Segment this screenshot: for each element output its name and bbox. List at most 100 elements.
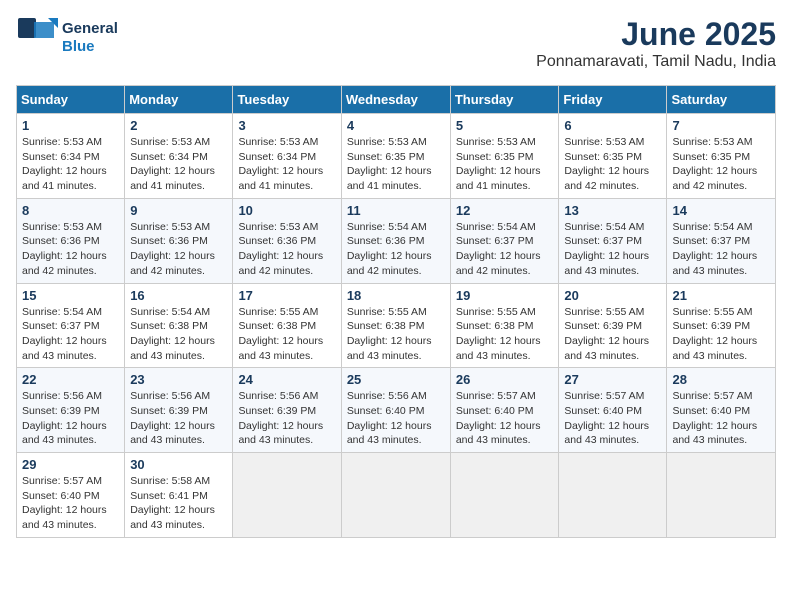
calendar-header-row: Sunday Monday Tuesday Wednesday Thursday… bbox=[17, 86, 776, 114]
day-info: Sunrise: 5:53 AMSunset: 6:35 PMDaylight:… bbox=[564, 136, 649, 192]
table-row: 29 Sunrise: 5:57 AMSunset: 6:40 PMDaylig… bbox=[17, 453, 125, 538]
day-number: 11 bbox=[347, 203, 445, 218]
table-row: 27 Sunrise: 5:57 AMSunset: 6:40 PMDaylig… bbox=[559, 368, 667, 453]
table-row: 24 Sunrise: 5:56 AMSunset: 6:39 PMDaylig… bbox=[233, 368, 341, 453]
table-row: 10 Sunrise: 5:53 AMSunset: 6:36 PMDaylig… bbox=[233, 198, 341, 283]
table-row bbox=[233, 453, 341, 538]
table-row: 11 Sunrise: 5:54 AMSunset: 6:36 PMDaylig… bbox=[341, 198, 450, 283]
table-row: 13 Sunrise: 5:54 AMSunset: 6:37 PMDaylig… bbox=[559, 198, 667, 283]
table-row bbox=[341, 453, 450, 538]
day-info: Sunrise: 5:55 AMSunset: 6:38 PMDaylight:… bbox=[238, 306, 323, 362]
table-row: 16 Sunrise: 5:54 AMSunset: 6:38 PMDaylig… bbox=[125, 283, 233, 368]
day-number: 21 bbox=[672, 288, 770, 303]
day-number: 24 bbox=[238, 372, 335, 387]
table-row: 26 Sunrise: 5:57 AMSunset: 6:40 PMDaylig… bbox=[450, 368, 559, 453]
logo-svg bbox=[16, 16, 60, 60]
day-info: Sunrise: 5:54 AMSunset: 6:37 PMDaylight:… bbox=[456, 221, 541, 277]
calendar-row: 8 Sunrise: 5:53 AMSunset: 6:36 PMDayligh… bbox=[17, 198, 776, 283]
day-number: 2 bbox=[130, 118, 227, 133]
table-row: 3 Sunrise: 5:53 AMSunset: 6:34 PMDayligh… bbox=[233, 114, 341, 199]
table-row bbox=[559, 453, 667, 538]
logo-general-text: General bbox=[62, 20, 118, 38]
table-row: 17 Sunrise: 5:55 AMSunset: 6:38 PMDaylig… bbox=[233, 283, 341, 368]
day-number: 7 bbox=[672, 118, 770, 133]
table-row bbox=[450, 453, 559, 538]
day-info: Sunrise: 5:57 AMSunset: 6:40 PMDaylight:… bbox=[456, 390, 541, 446]
col-tuesday: Tuesday bbox=[233, 86, 341, 114]
day-info: Sunrise: 5:53 AMSunset: 6:35 PMDaylight:… bbox=[456, 136, 541, 192]
day-number: 4 bbox=[347, 118, 445, 133]
day-info: Sunrise: 5:53 AMSunset: 6:35 PMDaylight:… bbox=[672, 136, 757, 192]
day-number: 29 bbox=[22, 457, 119, 472]
day-number: 12 bbox=[456, 203, 554, 218]
table-row: 28 Sunrise: 5:57 AMSunset: 6:40 PMDaylig… bbox=[667, 368, 776, 453]
day-number: 1 bbox=[22, 118, 119, 133]
day-number: 17 bbox=[238, 288, 335, 303]
day-info: Sunrise: 5:53 AMSunset: 6:34 PMDaylight:… bbox=[22, 136, 107, 192]
day-info: Sunrise: 5:53 AMSunset: 6:36 PMDaylight:… bbox=[22, 221, 107, 277]
day-number: 26 bbox=[456, 372, 554, 387]
day-number: 6 bbox=[564, 118, 661, 133]
calendar-row: 29 Sunrise: 5:57 AMSunset: 6:40 PMDaylig… bbox=[17, 453, 776, 538]
table-row: 22 Sunrise: 5:56 AMSunset: 6:39 PMDaylig… bbox=[17, 368, 125, 453]
month-title: June 2025 bbox=[536, 16, 776, 53]
day-number: 10 bbox=[238, 203, 335, 218]
day-number: 23 bbox=[130, 372, 227, 387]
day-info: Sunrise: 5:53 AMSunset: 6:36 PMDaylight:… bbox=[238, 221, 323, 277]
day-info: Sunrise: 5:55 AMSunset: 6:39 PMDaylight:… bbox=[672, 306, 757, 362]
day-info: Sunrise: 5:55 AMSunset: 6:38 PMDaylight:… bbox=[456, 306, 541, 362]
table-row: 23 Sunrise: 5:56 AMSunset: 6:39 PMDaylig… bbox=[125, 368, 233, 453]
day-info: Sunrise: 5:57 AMSunset: 6:40 PMDaylight:… bbox=[564, 390, 649, 446]
day-info: Sunrise: 5:57 AMSunset: 6:40 PMDaylight:… bbox=[22, 475, 107, 531]
table-row: 4 Sunrise: 5:53 AMSunset: 6:35 PMDayligh… bbox=[341, 114, 450, 199]
day-info: Sunrise: 5:55 AMSunset: 6:38 PMDaylight:… bbox=[347, 306, 432, 362]
col-wednesday: Wednesday bbox=[341, 86, 450, 114]
col-monday: Monday bbox=[125, 86, 233, 114]
table-row: 8 Sunrise: 5:53 AMSunset: 6:36 PMDayligh… bbox=[17, 198, 125, 283]
day-info: Sunrise: 5:54 AMSunset: 6:36 PMDaylight:… bbox=[347, 221, 432, 277]
day-info: Sunrise: 5:54 AMSunset: 6:38 PMDaylight:… bbox=[130, 306, 215, 362]
day-info: Sunrise: 5:54 AMSunset: 6:37 PMDaylight:… bbox=[564, 221, 649, 277]
col-friday: Friday bbox=[559, 86, 667, 114]
logo-blue-text: Blue bbox=[62, 38, 118, 56]
day-info: Sunrise: 5:53 AMSunset: 6:36 PMDaylight:… bbox=[130, 221, 215, 277]
table-row: 15 Sunrise: 5:54 AMSunset: 6:37 PMDaylig… bbox=[17, 283, 125, 368]
title-section: June 2025 Ponnamaravati, Tamil Nadu, Ind… bbox=[536, 16, 776, 71]
table-row: 19 Sunrise: 5:55 AMSunset: 6:38 PMDaylig… bbox=[450, 283, 559, 368]
day-number: 14 bbox=[672, 203, 770, 218]
table-row bbox=[667, 453, 776, 538]
day-number: 13 bbox=[564, 203, 661, 218]
day-number: 16 bbox=[130, 288, 227, 303]
day-number: 19 bbox=[456, 288, 554, 303]
day-info: Sunrise: 5:58 AMSunset: 6:41 PMDaylight:… bbox=[130, 475, 215, 531]
day-number: 22 bbox=[22, 372, 119, 387]
col-thursday: Thursday bbox=[450, 86, 559, 114]
day-number: 25 bbox=[347, 372, 445, 387]
day-info: Sunrise: 5:56 AMSunset: 6:39 PMDaylight:… bbox=[238, 390, 323, 446]
day-info: Sunrise: 5:55 AMSunset: 6:39 PMDaylight:… bbox=[564, 306, 649, 362]
table-row: 14 Sunrise: 5:54 AMSunset: 6:37 PMDaylig… bbox=[667, 198, 776, 283]
day-info: Sunrise: 5:54 AMSunset: 6:37 PMDaylight:… bbox=[672, 221, 757, 277]
day-number: 15 bbox=[22, 288, 119, 303]
day-info: Sunrise: 5:56 AMSunset: 6:40 PMDaylight:… bbox=[347, 390, 432, 446]
day-number: 18 bbox=[347, 288, 445, 303]
table-row: 30 Sunrise: 5:58 AMSunset: 6:41 PMDaylig… bbox=[125, 453, 233, 538]
table-row: 1 Sunrise: 5:53 AMSunset: 6:34 PMDayligh… bbox=[17, 114, 125, 199]
table-row: 2 Sunrise: 5:53 AMSunset: 6:34 PMDayligh… bbox=[125, 114, 233, 199]
day-info: Sunrise: 5:53 AMSunset: 6:34 PMDaylight:… bbox=[238, 136, 323, 192]
table-row: 5 Sunrise: 5:53 AMSunset: 6:35 PMDayligh… bbox=[450, 114, 559, 199]
table-row: 20 Sunrise: 5:55 AMSunset: 6:39 PMDaylig… bbox=[559, 283, 667, 368]
day-number: 30 bbox=[130, 457, 227, 472]
day-number: 8 bbox=[22, 203, 119, 218]
day-info: Sunrise: 5:54 AMSunset: 6:37 PMDaylight:… bbox=[22, 306, 107, 362]
day-number: 27 bbox=[564, 372, 661, 387]
table-row: 18 Sunrise: 5:55 AMSunset: 6:38 PMDaylig… bbox=[341, 283, 450, 368]
day-number: 28 bbox=[672, 372, 770, 387]
logo: General Blue bbox=[16, 16, 118, 60]
col-saturday: Saturday bbox=[667, 86, 776, 114]
table-row: 9 Sunrise: 5:53 AMSunset: 6:36 PMDayligh… bbox=[125, 198, 233, 283]
location-title: Ponnamaravati, Tamil Nadu, India bbox=[536, 53, 776, 71]
calendar-row: 1 Sunrise: 5:53 AMSunset: 6:34 PMDayligh… bbox=[17, 114, 776, 199]
day-info: Sunrise: 5:56 AMSunset: 6:39 PMDaylight:… bbox=[22, 390, 107, 446]
day-number: 5 bbox=[456, 118, 554, 133]
